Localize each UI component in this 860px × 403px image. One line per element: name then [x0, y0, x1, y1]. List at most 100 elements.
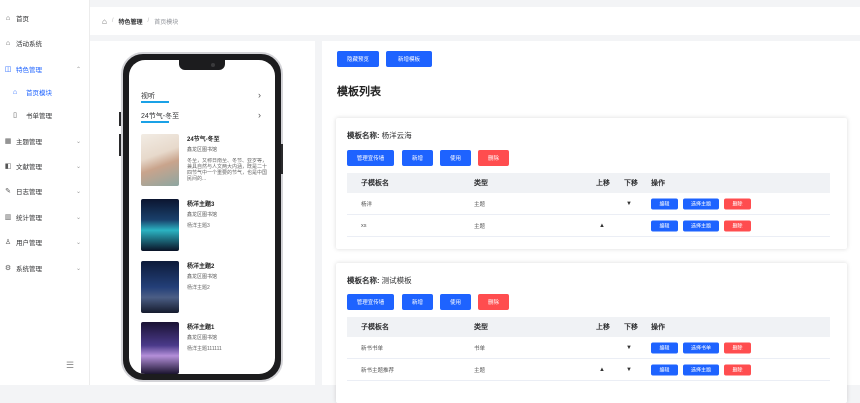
column-header: 子模板名: [361, 180, 389, 187]
delete-button[interactable]: 删除: [478, 294, 509, 310]
chevron-down-icon: ⌄: [76, 214, 82, 221]
cell-name: xs: [361, 222, 367, 229]
phone-side-button: [281, 144, 283, 174]
table-header: 子模板名 类型 上移 下移 操作: [347, 317, 830, 337]
card-title: 24节气-冬至: [187, 137, 220, 143]
sidebar-item-label: 特色管理: [16, 67, 42, 74]
edit-button[interactable]: 编辑: [651, 342, 678, 353]
breadcrumb-separator: /: [111, 18, 114, 24]
sidebar-item-literature[interactable]: ◧ 文献管理 ⌄: [0, 155, 90, 177]
sidebar-item-label: 用户管理: [16, 240, 42, 247]
sidebar-item-label: 首页: [16, 16, 29, 23]
breadcrumb-item[interactable]: 特色管理: [119, 17, 143, 26]
select-theme-button[interactable]: 选择主题: [683, 220, 719, 231]
cell-type: 主题: [474, 201, 486, 208]
sidebar-item-theme[interactable]: ▦ 主题管理 ⌄: [0, 130, 90, 152]
cell-name: 杨洋: [361, 201, 373, 208]
column-header: 操作: [651, 324, 665, 331]
sidebar-item-label: 活动系统: [16, 41, 42, 48]
column-header: 下移: [624, 180, 638, 187]
cell-type: 书单: [474, 345, 486, 352]
template-card: 模板名称: 测试模板 管理宣传墙 新增 使用 删除 子模板名 类型 上移 下移 …: [336, 263, 847, 403]
sidebar-item-user[interactable]: ♙ 用户管理 ⌄: [0, 231, 90, 253]
use-button[interactable]: 使用: [440, 150, 471, 166]
template-name: 模板名称: 杨洋云海: [347, 131, 412, 140]
sidebar-item-booklist[interactable]: ▯ 书单管理: [0, 104, 90, 126]
camera-icon: [211, 63, 215, 67]
sidebar-item-label: 统计管理: [16, 215, 42, 222]
sidebar-item-activity[interactable]: ⌂ 活动系统: [0, 32, 90, 54]
phone-row-solar-term[interactable]: 24节气-冬至 ›: [141, 110, 265, 123]
use-button[interactable]: 使用: [440, 294, 471, 310]
breadcrumb-item: 首页模块: [154, 19, 179, 26]
chevron-down-icon: ⌄: [76, 265, 82, 272]
phone-card[interactable]: 杨洋主题2 鑫龙区图书馆 杨洋主题2: [141, 261, 271, 319]
phone-card[interactable]: 杨洋主题3 鑫龙区图书馆 杨洋主题3: [141, 199, 271, 257]
phone-screen: 视听 › 24节气-冬至 › 24节气-冬至 鑫龙区图书馆 冬至，又称日南至、冬…: [129, 60, 275, 374]
table-header: 子模板名 类型 上移 下移 操作: [347, 173, 830, 193]
card-library: 鑫龙区图书馆: [187, 274, 218, 280]
sidebar-item-system[interactable]: ⚙ 系统管理 ⌄: [0, 257, 90, 279]
phone-row-label: 24节气-冬至: [141, 113, 180, 120]
phone-side-button: [119, 134, 121, 156]
edit-button[interactable]: 编辑: [651, 364, 678, 375]
phone-preview-panel: 视听 › 24节气-冬至 › 24节气-冬至 鑫龙区图书馆 冬至，又称日南至、冬…: [90, 41, 315, 385]
chevron-down-icon: ⌄: [76, 163, 82, 170]
card-library: 鑫龙区图书馆: [187, 147, 218, 153]
home-icon: ⌂: [12, 88, 18, 96]
sidebar-item-home-module[interactable]: ⌂ 首页模块: [0, 81, 90, 103]
chevron-down-icon: ⌄: [76, 188, 82, 195]
delete-row-button[interactable]: 删除: [724, 220, 751, 231]
delete-row-button[interactable]: 删除: [724, 198, 751, 209]
hide-preview-button[interactable]: 隐藏预览: [337, 51, 379, 67]
breadcrumb-separator: /: [147, 18, 150, 24]
phone-card[interactable]: 杨洋主题1 鑫龙区图书馆 杨洋主题111111: [141, 322, 271, 374]
phone-side-button: [119, 112, 121, 126]
select-theme-button[interactable]: 选择主题: [683, 198, 719, 209]
cell-name: 新书主题推荐: [361, 367, 395, 374]
card-title: 杨洋主题1: [187, 325, 215, 331]
move-down-icon[interactable]: ▼: [626, 367, 632, 373]
manage-wall-button[interactable]: 管理宣传墙: [347, 150, 394, 166]
phone-card[interactable]: 24节气-冬至 鑫龙区图书馆 冬至，又称日南至、冬节、亚岁等，兼具自然与人文两大…: [141, 134, 271, 192]
chevron-down-icon: ⌄: [76, 239, 82, 246]
edit-button[interactable]: 编辑: [651, 198, 678, 209]
table-row: 杨洋 主题 ▼ 编辑 选择主题 删除: [347, 193, 830, 215]
delete-row-button[interactable]: 删除: [724, 342, 751, 353]
delete-row-button[interactable]: 删除: [724, 364, 751, 375]
select-theme-button[interactable]: 选择主题: [683, 364, 719, 375]
column-header: 操作: [651, 180, 665, 187]
card-title: 杨洋主题2: [187, 264, 215, 270]
sidebar-item-log[interactable]: ✎ 日志管理 ⌄: [0, 180, 90, 202]
phone-row-audiovisual[interactable]: 视听 ›: [141, 90, 265, 103]
move-down-icon[interactable]: ▼: [626, 345, 632, 351]
sidebar-item-label: 书单管理: [26, 113, 52, 120]
sidebar-item-label: 首页模块: [26, 90, 52, 97]
home-icon[interactable]: ⌂: [102, 17, 107, 26]
column-header: 类型: [474, 180, 488, 187]
move-up-icon[interactable]: ▲: [599, 223, 605, 229]
page-title: 模板列表: [337, 86, 381, 98]
add-button[interactable]: 新增: [402, 294, 433, 310]
manage-wall-button[interactable]: 管理宣传墙: [347, 294, 394, 310]
table-row: 新书书单 书单 ▼ 编辑 选择书单 删除: [347, 337, 830, 359]
row-underline: [141, 101, 169, 103]
template-name: 模板名称: 测试模板: [347, 276, 412, 285]
move-up-icon[interactable]: ▲: [599, 367, 605, 373]
chevron-right-icon: ›: [258, 90, 261, 100]
sidebar-item-stats[interactable]: ▥ 统计管理 ⌄: [0, 206, 90, 228]
card-library: 鑫龙区图书馆: [187, 335, 218, 341]
sidebar-item-home[interactable]: ⌂ 首页: [0, 7, 90, 29]
menu-collapse-icon[interactable]: ☰: [66, 360, 74, 371]
card-thumbnail: [141, 134, 179, 186]
select-booklist-button[interactable]: 选择书单: [683, 342, 719, 353]
delete-button[interactable]: 删除: [478, 150, 509, 166]
column-header: 子模板名: [361, 324, 389, 331]
new-template-button[interactable]: 新增模板: [386, 51, 432, 67]
card-thumbnail: [141, 199, 179, 251]
add-button[interactable]: 新增: [402, 150, 433, 166]
phone-row-label: 视听: [141, 93, 155, 100]
edit-button[interactable]: 编辑: [651, 220, 678, 231]
sidebar-item-feature[interactable]: ◫ 特色管理 ⌃: [0, 58, 90, 80]
move-down-icon[interactable]: ▼: [626, 201, 632, 207]
